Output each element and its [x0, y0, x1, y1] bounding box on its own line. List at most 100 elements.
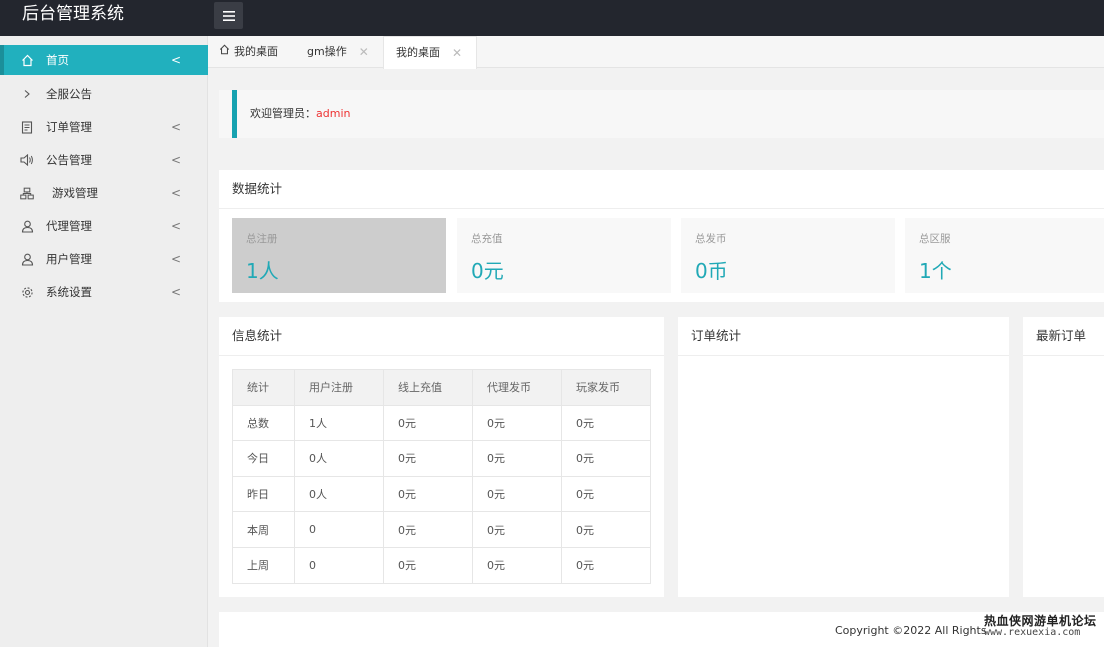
gear-icon — [20, 285, 34, 299]
chevron-left-icon: < — [171, 252, 182, 266]
copyright-text: Copyright ©2022 All Rights — [835, 624, 987, 637]
tab-home[interactable]: 我的桌面 — [219, 36, 278, 68]
speaker-icon — [20, 153, 34, 167]
stat-total-servers[interactable]: 总区服 1个 — [905, 218, 1104, 293]
stat-value: 1人 — [246, 259, 279, 283]
sidebar-item-announcement[interactable]: 全服公告 — [0, 79, 208, 109]
stat-label: 总区服 — [919, 233, 951, 245]
sidebar-item-label: 游戏管理 — [52, 186, 98, 200]
table-cell: 0元 — [472, 511, 562, 548]
column-header: 统计 — [232, 369, 295, 406]
table-cell: 0元 — [561, 511, 651, 548]
chevron-left-icon: < — [171, 285, 182, 299]
chevron-left-icon: < — [171, 153, 182, 167]
table-row: 上周 0 0元 0元 0元 — [232, 546, 651, 584]
table-cell: 0元 — [561, 440, 651, 477]
sidebar-item-games[interactable]: 游戏管理 < — [0, 178, 208, 208]
table-cell: 0元 — [383, 511, 473, 548]
chevron-right-icon — [20, 87, 34, 101]
table-row: 昨日 0人 0元 0元 0元 — [232, 475, 651, 513]
table-cell: 0元 — [472, 404, 562, 442]
close-icon[interactable]: ✕ — [359, 36, 369, 68]
home-icon — [219, 36, 230, 68]
table-cell: 0元 — [472, 546, 562, 584]
table-cell: 0元 — [561, 475, 651, 513]
sidebar-item-label: 代理管理 — [46, 219, 92, 233]
sidebar: 首页 < 全服公告 订单管理 < 公告管理 < 游戏管理 < 代理管理 < 用户… — [0, 36, 208, 647]
sidebar-item-label: 订单管理 — [46, 120, 92, 134]
top-header: 后台管理系统 — [0, 0, 1104, 36]
table-cell: 0元 — [561, 404, 651, 442]
accent-bar — [232, 90, 237, 138]
table-cell: 0 — [294, 511, 384, 548]
divider — [678, 355, 1009, 356]
table-cell: 0元 — [383, 475, 473, 513]
table-cell: 0元 — [383, 440, 473, 477]
table-row: 今日 0人 0元 0元 0元 — [232, 440, 651, 477]
table-cell: 0元 — [383, 404, 473, 442]
divider — [219, 355, 664, 356]
table-row: 总数 1人 0元 0元 0元 — [232, 404, 651, 442]
admin-username: admin — [316, 107, 351, 120]
column-header: 玩家发币 — [561, 369, 651, 406]
table-cell: 总数 — [232, 404, 295, 442]
sidebar-item-label: 全服公告 — [46, 87, 92, 101]
table-cell: 0元 — [472, 440, 562, 477]
column-header: 线上充值 — [383, 369, 473, 406]
table-cell: 1人 — [294, 404, 384, 442]
welcome-banner: 欢迎管理员：admin — [219, 90, 1104, 138]
divider — [219, 208, 1104, 209]
sidebar-item-home[interactable]: 首页 < — [0, 45, 208, 75]
user-icon — [20, 252, 34, 266]
stat-total-coins[interactable]: 总发币 0币 — [681, 218, 895, 293]
stats-card: 数据统计 总注册 1人 总充值 0元 总发币 0币 总区服 1个 — [219, 170, 1104, 302]
order-stats-card: 订单统计 — [678, 317, 1009, 597]
latest-orders-card: 最新订单 — [1023, 317, 1104, 597]
sidebar-item-label: 用户管理 — [46, 252, 92, 266]
chevron-left-icon: < — [171, 53, 182, 67]
close-icon[interactable]: ✕ — [452, 37, 462, 69]
column-header: 用户注册 — [294, 369, 384, 406]
sitemap-icon — [20, 186, 34, 200]
table-cell: 0人 — [294, 475, 384, 513]
tab-bar: 我的桌面 gm操作 ✕ 我的桌面 ✕ — [208, 36, 1104, 69]
menu-toggle-button[interactable] — [214, 2, 243, 29]
footer: Copyright ©2022 All Rights — [219, 612, 1104, 647]
table-cell: 昨日 — [232, 475, 295, 513]
welcome-text: 欢迎管理员：admin — [250, 90, 350, 138]
table-cell: 0元 — [561, 546, 651, 584]
welcome-prefix: 欢迎管理员： — [250, 107, 316, 120]
info-table: 统计 用户注册 线上充值 代理发币 玩家发币 总数 1人 0元 0元 0元 今日… — [232, 369, 651, 584]
column-header: 代理发币 — [472, 369, 562, 406]
stat-value: 0元 — [471, 259, 504, 283]
table-cell: 0元 — [383, 546, 473, 584]
info-stats-card: 信息统计 统计 用户注册 线上充值 代理发币 玩家发币 总数 1人 0元 0元 … — [219, 317, 664, 597]
sidebar-item-users[interactable]: 用户管理 < — [0, 244, 208, 274]
table-row: 本周 0 0元 0元 0元 — [232, 511, 651, 548]
chevron-left-icon: < — [171, 120, 182, 134]
sidebar-item-agents[interactable]: 代理管理 < — [0, 211, 208, 241]
stat-value: 1个 — [919, 259, 952, 283]
table-cell: 本周 — [232, 511, 295, 548]
card-title: 数据统计 — [232, 181, 283, 196]
sidebar-item-notice[interactable]: 公告管理 < — [0, 145, 208, 175]
sidebar-item-settings[interactable]: 系统设置 < — [0, 277, 208, 307]
stat-total-registrations[interactable]: 总注册 1人 — [232, 218, 446, 293]
table-cell: 0 — [294, 546, 384, 584]
sidebar-item-label: 公告管理 — [46, 153, 92, 167]
home-icon — [20, 53, 34, 67]
table-cell: 0人 — [294, 440, 384, 477]
stat-label: 总充值 — [471, 233, 503, 245]
stat-total-recharge[interactable]: 总充值 0元 — [457, 218, 671, 293]
table-cell: 今日 — [232, 440, 295, 477]
app-logo: 后台管理系统 — [22, 4, 124, 24]
tab-gm[interactable]: gm操作 ✕ — [307, 36, 369, 68]
stat-value: 0币 — [695, 259, 728, 283]
document-icon — [20, 120, 34, 134]
sidebar-item-label: 系统设置 — [46, 285, 92, 299]
chevron-left-icon: < — [171, 186, 182, 200]
user-icon — [20, 219, 34, 233]
sidebar-item-orders[interactable]: 订单管理 < — [0, 112, 208, 142]
tab-label: 我的桌面 — [396, 46, 440, 59]
tab-desktop[interactable]: 我的桌面 ✕ — [383, 36, 478, 69]
